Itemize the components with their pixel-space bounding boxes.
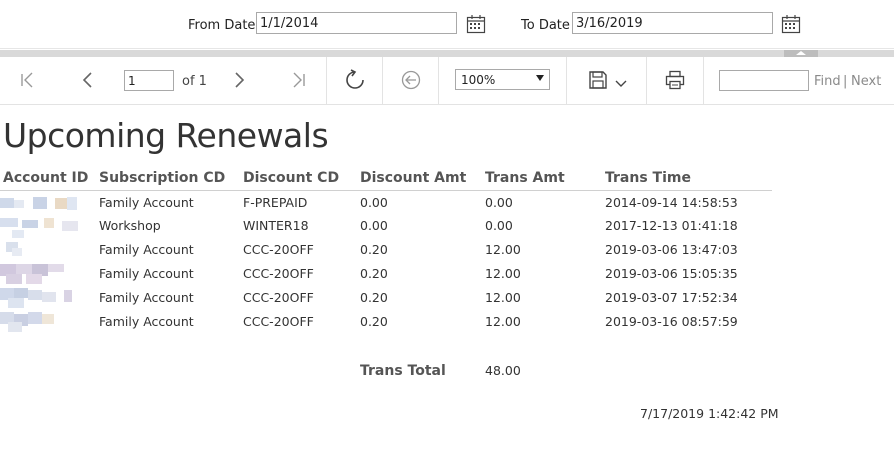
- row-trans-time: 2017-12-13 01:41:18: [605, 218, 738, 233]
- row-discount-cd: CCC-20OFF: [243, 314, 314, 329]
- account-id-redacted: [0, 288, 80, 310]
- previous-page-button[interactable]: [78, 70, 98, 90]
- report-title: Upcoming Renewals: [3, 116, 329, 155]
- row-discount-amt: 0.20: [360, 314, 388, 329]
- row-discount-cd: F-PREPAID: [243, 195, 308, 210]
- row-discount-cd: CCC-20OFF: [243, 266, 314, 281]
- account-id-redacted: [0, 312, 80, 334]
- page-count-label: of 1: [182, 74, 207, 89]
- first-page-button[interactable]: [18, 70, 38, 90]
- column-header-trans-amt: Trans Amt: [485, 170, 565, 186]
- row-subscription-cd: Family Account: [99, 314, 194, 329]
- account-id-redacted: [0, 218, 80, 240]
- toolbar-separator: [703, 57, 704, 104]
- next-page-button[interactable]: [229, 70, 249, 90]
- last-page-icon: [293, 72, 305, 88]
- parameter-bar: From Date To Date: [0, 0, 894, 49]
- row-subscription-cd: Family Account: [99, 290, 194, 305]
- trans-total-value: 48.00: [485, 363, 521, 378]
- row-trans-amt: 12.00: [485, 266, 521, 281]
- header-divider: [0, 190, 772, 191]
- next-link[interactable]: Next: [851, 74, 881, 89]
- row-discount-amt: 0.00: [360, 195, 388, 210]
- toolbar-separator: [326, 57, 327, 104]
- column-header-subscription-cd: Subscription CD: [99, 170, 226, 186]
- find-link[interactable]: Find: [814, 74, 841, 89]
- row-subscription-cd: Family Account: [99, 242, 194, 257]
- print-icon: [665, 70, 685, 90]
- calendar-icon[interactable]: [466, 14, 486, 34]
- back-button[interactable]: [400, 69, 422, 91]
- toolbar-separator: [566, 57, 567, 104]
- refresh-icon: [346, 69, 364, 89]
- trans-total-label: Trans Total: [360, 363, 446, 379]
- zoom-select[interactable]: 100%: [455, 69, 550, 90]
- row-discount-cd: CCC-20OFF: [243, 290, 314, 305]
- parameter-splitter: [0, 50, 894, 57]
- toolbar-separator: [646, 57, 647, 104]
- row-subscription-cd: Family Account: [99, 195, 194, 210]
- row-trans-time: 2019-03-16 08:57:59: [605, 314, 738, 329]
- find-separator: |: [843, 74, 848, 89]
- row-trans-time: 2014-09-14 14:58:53: [605, 195, 738, 210]
- column-header-account-id: Account ID: [3, 170, 89, 186]
- print-button[interactable]: [664, 69, 686, 91]
- previous-page-icon: [82, 72, 92, 88]
- refresh-button[interactable]: [343, 68, 367, 92]
- row-subscription-cd: Family Account: [99, 266, 194, 281]
- row-trans-amt: 12.00: [485, 242, 521, 257]
- account-id-redacted: [0, 242, 80, 258]
- row-discount-amt: 0.20: [360, 266, 388, 281]
- chevron-down-icon: [615, 80, 627, 87]
- column-header-trans-time: Trans Time: [605, 170, 691, 186]
- collapse-parameters-handle[interactable]: [784, 50, 818, 57]
- from-date-label: From Date: [188, 18, 256, 33]
- next-page-icon: [235, 72, 245, 88]
- back-icon: [401, 70, 421, 90]
- page-number-input[interactable]: [124, 70, 174, 91]
- dropdown-arrow-icon: [536, 75, 544, 81]
- account-id-redacted: [0, 264, 80, 286]
- row-trans-amt: 0.00: [485, 218, 513, 233]
- toolbar-separator: [438, 57, 439, 104]
- to-date-label: To Date: [521, 18, 570, 33]
- row-trans-amt: 0.00: [485, 195, 513, 210]
- row-trans-time: 2019-03-06 13:47:03: [605, 242, 738, 257]
- row-discount-amt: 0.00: [360, 218, 388, 233]
- row-subscription-cd: Workshop: [99, 218, 161, 233]
- first-page-icon: [21, 72, 33, 88]
- last-page-button[interactable]: [288, 70, 308, 90]
- row-discount-amt: 0.20: [360, 290, 388, 305]
- report-toolbar: of 1 100%: [0, 57, 894, 105]
- row-trans-time: 2019-03-06 15:05:35: [605, 266, 738, 281]
- export-button[interactable]: [586, 69, 630, 91]
- row-discount-cd: CCC-20OFF: [243, 242, 314, 257]
- row-trans-amt: 12.00: [485, 314, 521, 329]
- column-header-discount-cd: Discount CD: [243, 170, 340, 186]
- account-id-redacted: [0, 196, 80, 212]
- report-timestamp: 7/17/2019 1:42:42 PM: [640, 406, 779, 421]
- row-trans-amt: 12.00: [485, 290, 521, 305]
- row-discount-cd: WINTER18: [243, 218, 309, 233]
- to-date-input[interactable]: [572, 12, 773, 34]
- row-trans-time: 2019-03-07 17:52:34: [605, 290, 738, 305]
- zoom-value: 100%: [461, 73, 496, 87]
- toolbar-separator: [382, 57, 383, 104]
- save-icon: [589, 71, 607, 89]
- find-text-input[interactable]: [719, 70, 809, 91]
- calendar-icon[interactable]: [781, 14, 801, 34]
- row-discount-amt: 0.20: [360, 242, 388, 257]
- column-header-discount-amt: Discount Amt: [360, 170, 467, 186]
- from-date-input[interactable]: [256, 12, 457, 34]
